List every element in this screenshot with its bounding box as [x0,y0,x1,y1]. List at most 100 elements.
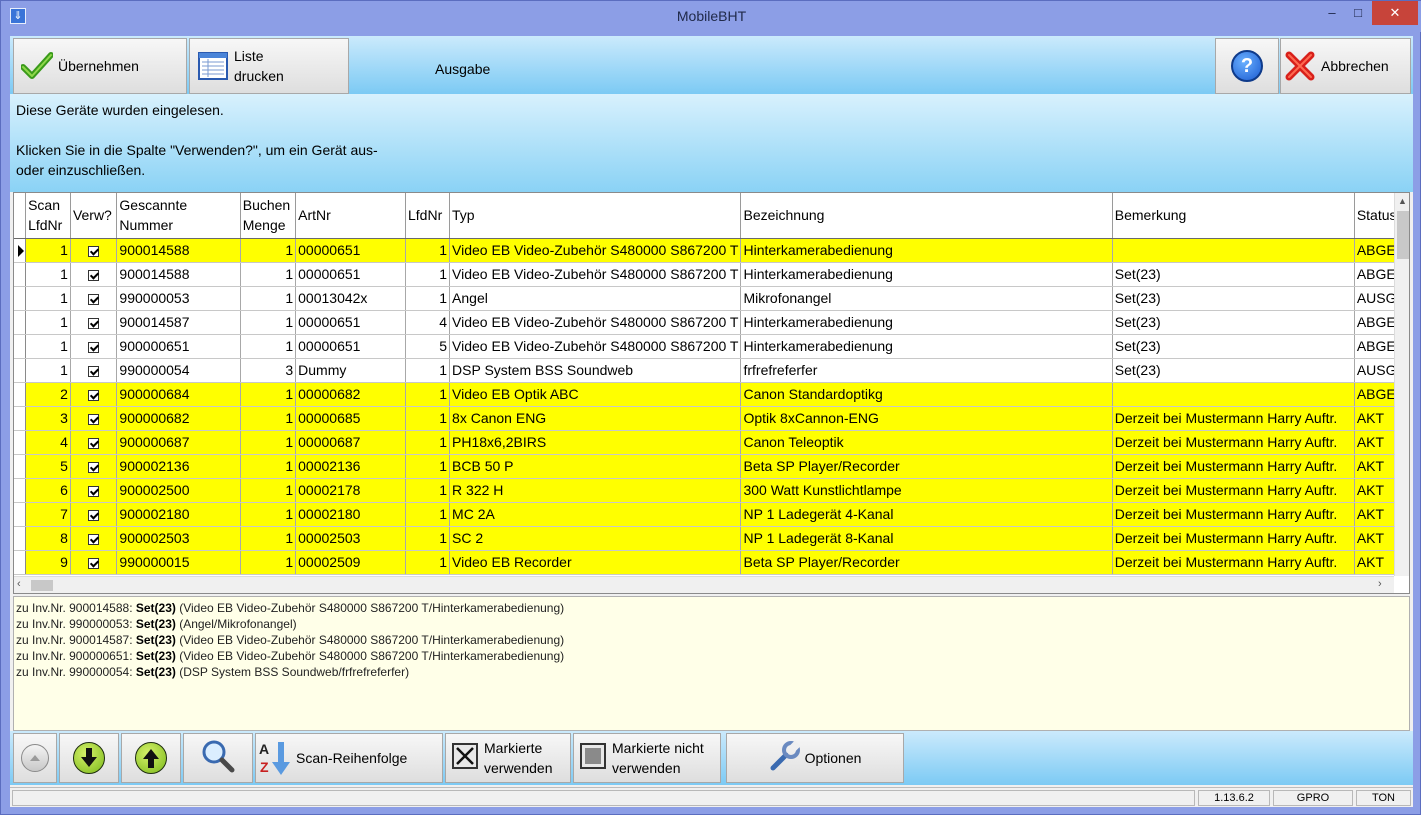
cell-typ[interactable]: Video EB Video-Zubehör S480000 S867200 T [449,334,742,359]
cell-typ[interactable]: Angel [449,286,742,311]
cell-artnr[interactable]: 00002503 [295,526,406,551]
table-row[interactable]: 7 900002180 1 00002180 1 MC 2A NP 1 Lade… [14,502,1409,527]
move-up-button[interactable] [121,733,181,783]
cell-typ[interactable]: PH18x6,2BIRS [449,430,742,455]
table-row[interactable]: 1 900000651 1 00000651 5 Video EB Video-… [14,334,1409,359]
use-checkbox[interactable] [88,461,100,473]
cell-scan[interactable]: 1 [25,286,71,311]
vertical-scroll-thumb[interactable] [1397,211,1409,259]
use-checkbox[interactable] [88,413,100,425]
use-checkbox[interactable] [88,269,100,281]
col-verw[interactable]: Verw? [70,193,118,239]
table-row[interactable]: 3 900000682 1 00000685 1 8x Canon ENG Op… [14,406,1409,431]
cell-artnr[interactable]: 00000685 [295,406,406,431]
cell-menge[interactable]: 1 [240,262,297,287]
cell-lfdnr[interactable]: 1 [405,238,451,263]
cell-typ[interactable]: Video EB Video-Zubehör S480000 S867200 T [449,310,742,335]
row-indicator[interactable] [14,358,27,383]
table-row[interactable]: 1 990000053 1 00013042x 1 Angel Mikrofon… [14,286,1409,311]
cell-typ[interactable]: 8x Canon ENG [449,406,742,431]
cell-bemerkung[interactable] [1112,238,1355,263]
cell-typ[interactable]: Video EB Recorder [449,550,742,575]
minimize-button[interactable]: – [1319,1,1345,25]
cell-number[interactable]: 900014588 [116,238,241,263]
use-checkbox[interactable] [88,485,100,497]
cell-verw[interactable] [70,478,118,503]
cell-lfdnr[interactable]: 1 [405,550,451,575]
use-checkbox[interactable] [88,245,100,257]
cell-scan[interactable]: 1 [25,334,71,359]
title-bar[interactable]: ⇓ MobileBHT – □ ✕ [1,1,1421,32]
cell-lfdnr[interactable]: 1 [405,430,451,455]
row-indicator[interactable] [14,382,27,407]
cell-verw[interactable] [70,238,118,263]
cell-lfdnr[interactable]: 1 [405,286,451,311]
cell-artnr[interactable]: 00000651 [295,334,406,359]
cell-bemerkung[interactable]: Derzeit bei Mustermann Harry Auftr. [1112,430,1355,455]
cell-menge[interactable]: 1 [240,526,297,551]
cell-menge[interactable]: 1 [240,430,297,455]
device-grid[interactable]: Scan LfdNr Verw? Gescannte Nummer Buchen Me… [13,192,1410,594]
table-row[interactable]: 1 900014588 1 00000651 1 Video EB Video-… [14,262,1409,287]
cell-scan[interactable]: 1 [25,238,71,263]
cell-verw[interactable] [70,262,118,287]
cell-bemerkung[interactable]: Derzeit bei Mustermann Harry Auftr. [1112,406,1355,431]
col-scan-lfdnr[interactable]: Scan LfdNr [25,193,71,239]
cell-verw[interactable] [70,358,118,383]
cell-artnr[interactable]: 00002136 [295,454,406,479]
scroll-up-arrow-icon[interactable]: ▲ [1398,196,1407,206]
apply-button[interactable]: Übernehmen [13,38,187,94]
print-list-button[interactable]: Liste drucken [189,38,349,94]
use-checkbox[interactable] [88,389,100,401]
cell-verw[interactable] [70,526,118,551]
cell-verw[interactable] [70,334,118,359]
use-checkbox[interactable] [88,557,100,569]
cell-lfdnr[interactable]: 1 [405,478,451,503]
use-checkbox[interactable] [88,533,100,545]
cell-number[interactable]: 900014588 [116,262,241,287]
table-row[interactable]: 1 990000054 3 Dummy 1 DSP System BSS Sou… [14,358,1409,383]
cell-menge[interactable]: 1 [240,406,297,431]
dont-use-marked-button[interactable]: Markierte nicht verwenden [573,733,721,783]
row-indicator[interactable] [14,502,27,527]
cell-scan[interactable]: 9 [25,550,71,575]
cell-verw[interactable] [70,382,118,407]
cancel-button[interactable]: Abbrechen [1280,38,1411,94]
cell-typ[interactable]: Video EB Video-Zubehör S480000 S867200 T [449,262,742,287]
cell-bemerkung[interactable]: Derzeit bei Mustermann Harry Auftr. [1112,478,1355,503]
cell-menge[interactable]: 1 [240,310,297,335]
close-button[interactable]: ✕ [1372,1,1418,25]
cell-bemerkung[interactable]: Set(23) [1112,286,1355,311]
cell-menge[interactable]: 1 [240,550,297,575]
cell-bemerkung[interactable]: Set(23) [1112,310,1355,335]
cell-verw[interactable] [70,430,118,455]
cell-bezeichnung[interactable]: Hinterkamerabedienung [740,334,1113,359]
cell-typ[interactable]: Video EB Optik ABC [449,382,742,407]
use-checkbox[interactable] [88,365,100,377]
cell-menge[interactable]: 1 [240,382,297,407]
cell-scan[interactable]: 1 [25,310,71,335]
row-indicator[interactable] [14,310,27,335]
cell-number[interactable]: 900014587 [116,310,241,335]
scan-order-sort-button[interactable]: A Z Scan-Reihenfolge [255,733,443,783]
cell-lfdnr[interactable]: 1 [405,454,451,479]
help-button[interactable]: ? [1215,38,1279,94]
row-indicator[interactable] [14,262,27,287]
row-indicator[interactable] [14,406,27,431]
cell-verw[interactable] [70,550,118,575]
cell-lfdnr[interactable]: 4 [405,310,451,335]
table-row[interactable]: 8 900002503 1 00002503 1 SC 2 NP 1 Ladeg… [14,526,1409,551]
cell-artnr[interactable]: 00002180 [295,502,406,527]
cell-typ[interactable]: BCB 50 P [449,454,742,479]
cell-verw[interactable] [70,286,118,311]
cell-typ[interactable]: DSP System BSS Soundweb [449,358,742,383]
cell-bemerkung[interactable]: Derzeit bei Mustermann Harry Auftr. [1112,526,1355,551]
scroll-right-arrow-icon[interactable]: › [1378,578,1382,590]
cell-bezeichnung[interactable]: Beta SP Player/Recorder [740,454,1113,479]
cell-lfdnr[interactable]: 1 [405,406,451,431]
table-row[interactable]: 2 900000684 1 00000682 1 Video EB Optik … [14,382,1409,407]
cell-bemerkung[interactable]: Derzeit bei Mustermann Harry Auftr. [1112,550,1355,575]
cell-menge[interactable]: 3 [240,358,297,383]
cell-verw[interactable] [70,454,118,479]
use-checkbox[interactable] [88,317,100,329]
